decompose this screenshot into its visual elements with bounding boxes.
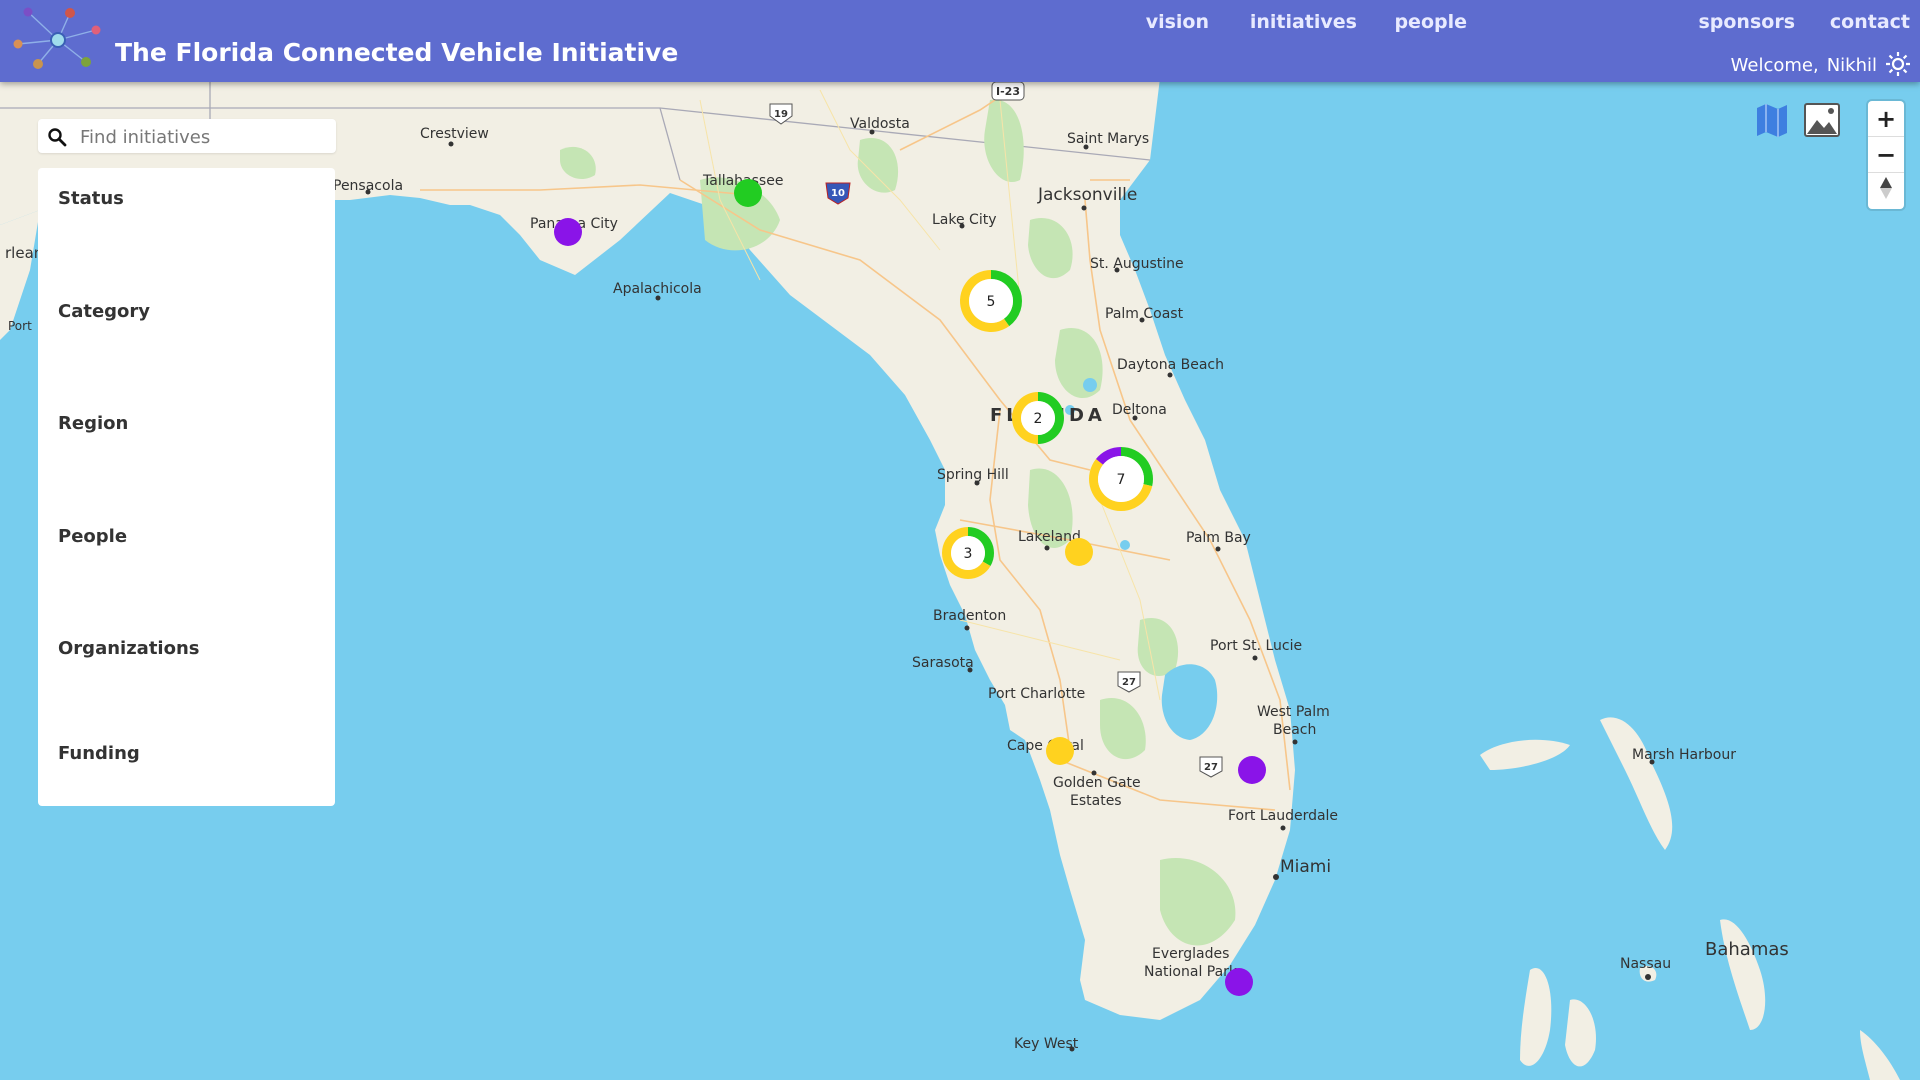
filter-people[interactable]: People bbox=[58, 526, 127, 547]
gear-icon[interactable] bbox=[1884, 50, 1912, 78]
initiative-marker-yellow[interactable] bbox=[1065, 538, 1093, 566]
svg-text:27: 27 bbox=[1122, 677, 1136, 688]
filter-funding[interactable]: Funding bbox=[58, 743, 140, 764]
svg-text:Port: Port bbox=[8, 319, 32, 333]
filter-status[interactable]: Status bbox=[58, 188, 124, 209]
initiative-cluster[interactable]: 5 bbox=[960, 269, 1022, 332]
svg-text:National Park: National Park bbox=[1144, 964, 1238, 980]
svg-text:Everglades: Everglades bbox=[1152, 946, 1229, 962]
svg-text:19: 19 bbox=[774, 109, 788, 120]
cluster-count: 2 bbox=[1034, 411, 1043, 427]
svg-text:I-23: I-23 bbox=[996, 85, 1020, 98]
welcome-message: Welcome, Nikhil bbox=[1731, 55, 1877, 76]
svg-text:Valdosta: Valdosta bbox=[850, 116, 910, 132]
svg-text:Crestview: Crestview bbox=[420, 126, 489, 142]
nav-sponsors[interactable]: sponsors bbox=[1698, 11, 1795, 33]
svg-text:St. Augustine: St. Augustine bbox=[1090, 256, 1184, 272]
cluster-count: 3 bbox=[964, 546, 973, 562]
svg-text:Key West: Key West bbox=[1014, 1036, 1079, 1052]
map-layer-icon[interactable] bbox=[1752, 100, 1792, 140]
initiative-cluster[interactable]: 2 bbox=[1012, 392, 1064, 444]
initiative-marker-green[interactable] bbox=[734, 179, 762, 207]
svg-text:Bahamas: Bahamas bbox=[1705, 939, 1789, 960]
search-box[interactable] bbox=[38, 119, 336, 153]
svg-text:Jacksonville: Jacksonville bbox=[1037, 185, 1137, 205]
zoom-out-button[interactable]: − bbox=[1868, 137, 1904, 173]
search-icon bbox=[48, 128, 67, 147]
svg-text:Miami: Miami bbox=[1280, 857, 1331, 877]
svg-text:Estates: Estates bbox=[1070, 793, 1122, 809]
initiative-marker-purple[interactable] bbox=[1238, 756, 1266, 784]
nav-contact[interactable]: contact bbox=[1830, 11, 1910, 33]
filter-region[interactable]: Region bbox=[58, 413, 128, 434]
svg-text:Daytona Beach: Daytona Beach bbox=[1117, 357, 1224, 373]
svg-text:Deltona: Deltona bbox=[1112, 402, 1167, 418]
initiative-cluster[interactable]: 7 bbox=[1089, 447, 1153, 511]
welcome-label: Welcome, bbox=[1730, 55, 1819, 76]
svg-text:Palm Bay: Palm Bay bbox=[1186, 530, 1251, 546]
svg-text:Bradenton: Bradenton bbox=[933, 608, 1006, 624]
satellite-layer-icon[interactable] bbox=[1802, 100, 1842, 140]
site-header: The Florida Connected Vehicle Initiative… bbox=[0, 0, 1920, 82]
initiative-marker-purple[interactable] bbox=[554, 218, 582, 246]
filter-category[interactable]: Category bbox=[58, 301, 150, 322]
compass-icon bbox=[1880, 177, 1892, 199]
svg-text:Golden Gate: Golden Gate bbox=[1053, 775, 1141, 791]
initiative-marker-yellow[interactable] bbox=[1046, 737, 1074, 765]
nav-people[interactable]: people bbox=[1394, 11, 1467, 33]
svg-text:West Palm: West Palm bbox=[1257, 704, 1330, 720]
svg-text:27: 27 bbox=[1204, 762, 1218, 773]
initiative-marker-purple[interactable] bbox=[1225, 968, 1253, 996]
network-logo-icon[interactable] bbox=[8, 4, 108, 76]
nav-initiatives[interactable]: initiatives bbox=[1250, 11, 1357, 33]
svg-text:Beach: Beach bbox=[1273, 722, 1316, 738]
svg-text:Spring Hill: Spring Hill bbox=[937, 467, 1009, 483]
svg-text:Marsh Harbour: Marsh Harbour bbox=[1632, 747, 1736, 763]
svg-text:Apalachicola: Apalachicola bbox=[613, 281, 702, 297]
user-name[interactable]: Nikhil bbox=[1827, 55, 1877, 76]
svg-text:Fort Lauderdale: Fort Lauderdale bbox=[1228, 808, 1338, 824]
cluster-count: 5 bbox=[987, 294, 996, 310]
site-title[interactable]: The Florida Connected Vehicle Initiative bbox=[115, 38, 678, 67]
reset-north-button[interactable] bbox=[1868, 173, 1904, 209]
filter-panel: Status Category Region People Organizati… bbox=[38, 168, 335, 806]
initiative-cluster[interactable]: 3 bbox=[942, 527, 995, 579]
svg-text:Sarasota: Sarasota bbox=[912, 655, 974, 671]
svg-text:Nassau: Nassau bbox=[1620, 956, 1671, 972]
svg-text:Saint Marys: Saint Marys bbox=[1067, 131, 1149, 147]
svg-text:Port Charlotte: Port Charlotte bbox=[988, 686, 1085, 702]
zoom-controls: + − bbox=[1868, 101, 1904, 209]
search-input[interactable] bbox=[78, 122, 332, 152]
svg-text:Port St. Lucie: Port St. Lucie bbox=[1210, 638, 1302, 654]
svg-text:10: 10 bbox=[831, 188, 845, 199]
nav-vision[interactable]: vision bbox=[1146, 11, 1209, 33]
filter-organizations[interactable]: Organizations bbox=[58, 638, 200, 659]
zoom-in-button[interactable]: + bbox=[1868, 101, 1904, 137]
cluster-count: 7 bbox=[1117, 472, 1126, 488]
